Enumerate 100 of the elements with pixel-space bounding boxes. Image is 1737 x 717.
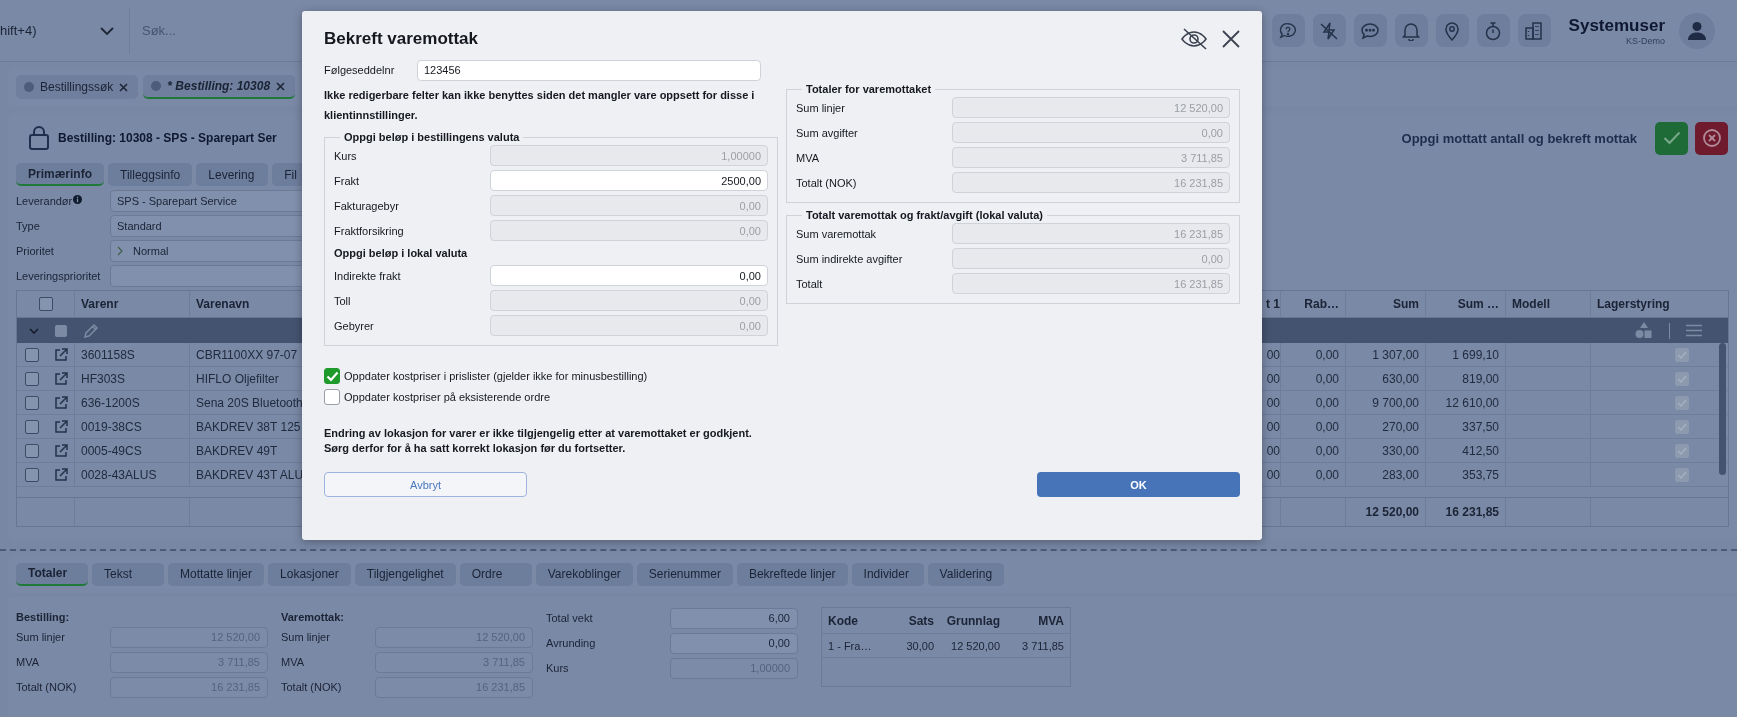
row-checkbox[interactable] [25, 371, 39, 386]
location-button[interactable] [1435, 14, 1469, 47]
row-checkbox[interactable] [25, 467, 39, 482]
section-tab[interactable]: Ordre [459, 562, 532, 586]
section-tab[interactable]: Validering [927, 562, 1005, 586]
close-icon[interactable] [119, 82, 129, 92]
select-all-checkbox[interactable] [38, 297, 53, 311]
field-label: Totalt (NOK) [16, 681, 78, 693]
table-cell-text: BAKDREV 43T ALU [195, 466, 302, 484]
notifications-button[interactable] [1394, 14, 1428, 47]
checkbox[interactable] [324, 389, 340, 405]
person-icon [1688, 20, 1706, 41]
input-field[interactable]: 6,00 [670, 607, 798, 629]
table-cell: HF303S [75, 367, 190, 390]
ok-button[interactable]: OK [1037, 472, 1240, 497]
module-select[interactable]: hift+4) [0, 7, 130, 54]
cancel-button[interactable] [1695, 121, 1728, 155]
close-icon[interactable] [276, 81, 286, 91]
external-link-icon[interactable] [53, 347, 68, 362]
column-header[interactable]: Sats [888, 613, 940, 628]
confirm-button[interactable] [1655, 121, 1688, 155]
external-link-icon[interactable] [53, 395, 68, 410]
input-field: 16 231,85 [952, 273, 1230, 294]
column-header[interactable]: MVA [1006, 613, 1070, 628]
row-checkbox[interactable] [25, 395, 39, 410]
eye-off-icon[interactable] [1180, 28, 1208, 50]
table-cell: 0005-49CS [75, 439, 190, 462]
field-label: Prioritet [16, 245, 54, 257]
input-field: 16 231,85 [952, 223, 1230, 244]
field-label: MVA [796, 151, 820, 164]
field-label: Kurs [546, 662, 570, 674]
status-message: Oppgi mottatt antall og bekreft mottak [1401, 130, 1637, 146]
chevron-down-icon[interactable] [29, 327, 39, 334]
chevron-right-icon [117, 246, 123, 256]
row-checkbox[interactable] [25, 443, 39, 458]
group-title: Varemottak: [281, 611, 345, 623]
table-cell: 412,50 [1426, 439, 1506, 462]
column-header[interactable]: Sum … [1426, 291, 1506, 317]
table-cell-text: HIFLO Oljefilter [195, 370, 280, 388]
table-cell-text: 3 711,85 [1021, 639, 1065, 652]
section-tab[interactable]: Serienummer [636, 562, 733, 586]
field-label: Gebyrer [334, 319, 374, 332]
external-link-icon[interactable] [53, 419, 68, 434]
field-label: MVA [16, 656, 41, 668]
table-cell-text: Sena 20S Bluetooth [195, 394, 302, 412]
document-tab[interactable]: * Bestilling: 10308 [143, 75, 296, 99]
checkbox[interactable] [324, 368, 340, 384]
help-button[interactable] [1271, 14, 1305, 47]
cancel-button[interactable]: Avbryt [324, 472, 527, 497]
external-link-icon[interactable] [53, 371, 68, 386]
section-tab[interactable]: Totaler [16, 562, 88, 586]
input-field: 3 711,85 [952, 147, 1230, 168]
total-cell: 16 231,85 [1426, 498, 1506, 526]
shapes-icon[interactable] [1635, 322, 1653, 339]
scrollbar[interactable] [1719, 343, 1726, 475]
checkbox[interactable] [55, 324, 67, 337]
column-header[interactable]: Kode [822, 613, 888, 628]
section-tab[interactable]: Tilgjengelighet [354, 562, 456, 586]
column-header[interactable]: Modell [1506, 291, 1591, 317]
table-cell: 1 699,10 [1426, 343, 1506, 366]
close-icon[interactable] [1222, 30, 1240, 48]
building-button[interactable] [1517, 14, 1551, 47]
input-field: 0,00 [490, 220, 768, 241]
section-tab[interactable]: Individer [851, 562, 924, 586]
section-tab[interactable]: Varekoblinger [535, 562, 633, 586]
column-header[interactable]: Rab… [1281, 291, 1346, 317]
input-field[interactable]: 0,00 [670, 632, 798, 654]
stopwatch-button[interactable] [1476, 14, 1510, 47]
section-tab[interactable]: Mottatte linjer [168, 562, 265, 586]
column-header[interactable]: Grunnlag [940, 613, 1006, 628]
external-link-icon[interactable] [53, 467, 68, 482]
section-tab[interactable]: Bekreftede linjer [736, 562, 848, 586]
check-icon [325, 370, 339, 382]
section-tab[interactable]: Tekst [92, 562, 164, 586]
input-field[interactable]: 2500,00 [490, 170, 768, 191]
column-header[interactable]: Lagerstyring [1591, 291, 1718, 317]
document-tab[interactable]: Bestillingssøk [16, 75, 139, 99]
field-label: Totalt [796, 277, 823, 290]
row-checkbox[interactable] [25, 347, 39, 362]
input-field[interactable]: 0,00 [490, 265, 768, 286]
checkbox-label: Oppdater kostpriser på eksisterende ordre [344, 391, 551, 403]
table-cell: 270,00 [1346, 415, 1426, 438]
chat-button[interactable] [1353, 14, 1387, 47]
row-checkbox[interactable] [25, 419, 39, 434]
section-tab[interactable]: Primærinfo [16, 163, 104, 186]
column-header[interactable]: Sum [1346, 291, 1426, 317]
pencil-icon[interactable] [83, 322, 99, 339]
flash-off-button[interactable] [1312, 14, 1346, 47]
external-link-icon[interactable] [53, 443, 68, 458]
column-header[interactable]: Varenr [75, 291, 190, 317]
avatar-button[interactable] [1679, 12, 1715, 49]
input-field[interactable]: 123456 [417, 59, 761, 81]
table-cell: 0,00 [1281, 463, 1346, 486]
section-tab[interactable]: Tilleggsinfo [108, 163, 193, 186]
column-header[interactable]: Varenavn [190, 291, 302, 317]
section-tab[interactable]: Lokasjoner [268, 562, 351, 586]
section-tab[interactable]: Levering [196, 163, 269, 186]
table-cell: 0,00 [1281, 367, 1346, 390]
field-label: Fraktforsikring [334, 224, 404, 237]
menu-icon[interactable] [1686, 324, 1702, 337]
